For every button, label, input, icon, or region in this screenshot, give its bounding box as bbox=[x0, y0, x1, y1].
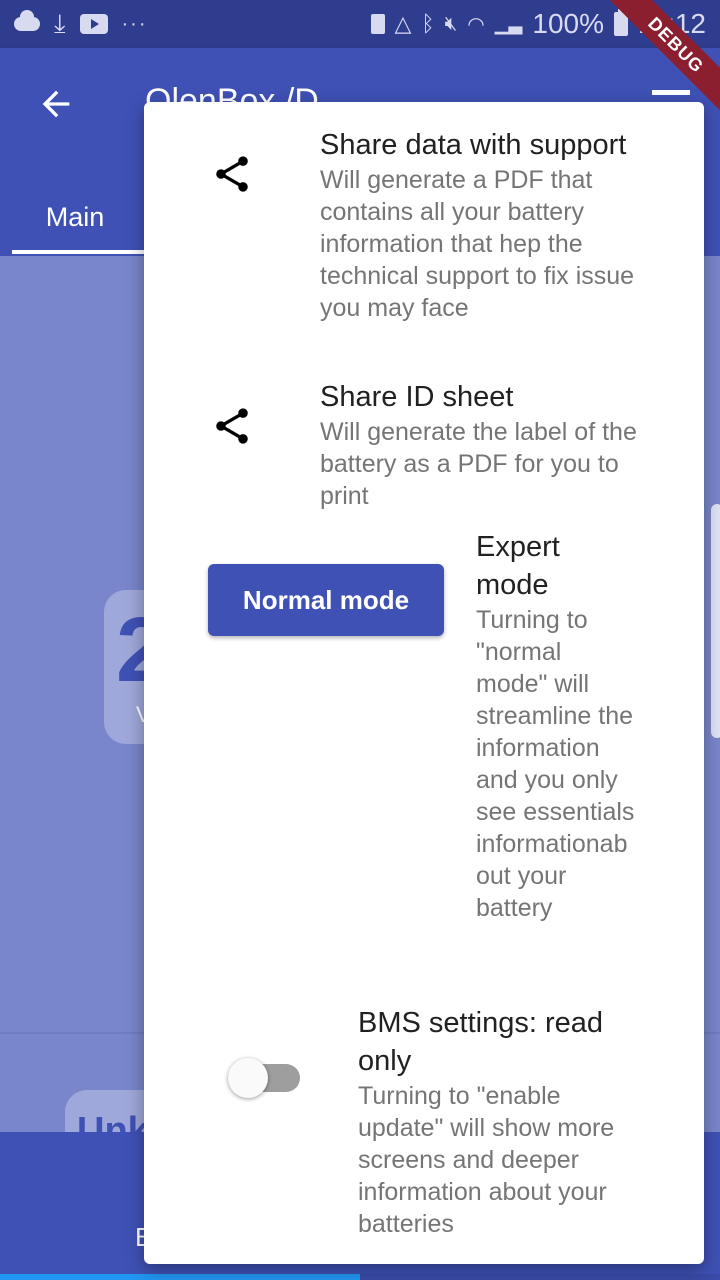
bluetooth-icon: ᛒ bbox=[421, 11, 435, 36]
share-id-text[interactable]: Share ID sheet Will generate the label o… bbox=[320, 378, 650, 512]
switch-thumb bbox=[228, 1058, 268, 1098]
share-id-title: Share ID sheet bbox=[320, 381, 514, 413]
bms-settings-description: Turning to "enable update" will show mor… bbox=[358, 1082, 615, 1238]
bms-settings-title: BMS settings: read only bbox=[358, 1007, 603, 1077]
signal-icon: ▁▃ bbox=[494, 13, 523, 34]
youtube-icon bbox=[79, 14, 108, 34]
mute-icon: 🔇︎ bbox=[444, 12, 458, 35]
progress-bar bbox=[0, 1274, 720, 1280]
bms-settings-switch[interactable] bbox=[228, 1058, 300, 1098]
share-icon bbox=[216, 156, 248, 192]
back-button[interactable] bbox=[36, 84, 76, 124]
normal-mode-button[interactable]: Normal mode bbox=[208, 564, 444, 636]
menu-button[interactable] bbox=[652, 90, 690, 96]
battery-percent: 100% bbox=[532, 8, 604, 39]
status-bar: ⤓ ··· △ ᛒ 🔇︎ ◠ ▁▃ 100% 11:12 bbox=[0, 0, 720, 48]
wifi-icon: ◠ bbox=[467, 13, 485, 36]
share-data-text[interactable]: Share data with support Will generate a … bbox=[320, 126, 650, 324]
cloud-icon bbox=[14, 10, 40, 31]
bms-settings-text: BMS settings: read only Turning to "enab… bbox=[358, 1004, 648, 1240]
expert-mode-description: Turning to "normal mode" will streamline… bbox=[476, 606, 635, 922]
status-left-icons: ⤓ ··· bbox=[14, 8, 147, 40]
share-data-title: Share data with support bbox=[320, 129, 627, 161]
more-dots-icon: ··· bbox=[121, 12, 148, 35]
expert-mode-text: Expert mode Turning to "normal mode" wil… bbox=[476, 528, 638, 924]
share-id-description: Will generate the label of the battery a… bbox=[320, 418, 637, 510]
menu-icon bbox=[652, 90, 690, 95]
expert-mode-title: Expert mode bbox=[476, 531, 560, 601]
share-icon bbox=[216, 408, 248, 444]
options-popup-menu: Share data with support Will generate a … bbox=[144, 102, 704, 1264]
progress-fill bbox=[0, 1274, 360, 1280]
battery-saver-icon bbox=[370, 14, 385, 34]
arrow-back-icon bbox=[42, 90, 70, 118]
share-data-description: Will generate a PDF that contains all yo… bbox=[320, 166, 635, 322]
download-icon: ⤓ bbox=[54, 8, 66, 38]
tab-main[interactable]: Main bbox=[0, 178, 150, 256]
data-saver-icon: △ bbox=[394, 11, 412, 36]
scroll-handle[interactable] bbox=[711, 504, 720, 738]
